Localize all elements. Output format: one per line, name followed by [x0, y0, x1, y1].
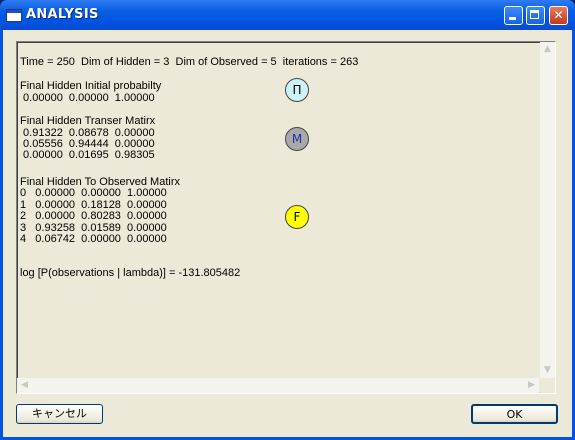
initial-prob-title: Final Hidden Initial probabilty — [20, 80, 162, 92]
scroll-up-icon[interactable]: ▲ — [540, 42, 555, 57]
maximize-icon — [530, 10, 539, 19]
initial-prob-row: 0.00000 0.00000 1.00000 — [20, 92, 155, 104]
f-node: F — [285, 205, 309, 229]
observed-matrix-row: 0 0.00000 0.00000 1.00000 — [20, 187, 167, 199]
ok-button[interactable]: OK — [471, 404, 558, 424]
m-node: M — [285, 127, 309, 151]
header-line: Time = 250 Dim of Hidden = 3 Dim of Obse… — [20, 56, 359, 68]
close-button[interactable]: ✕ — [549, 6, 568, 25]
close-icon: ✕ — [553, 8, 564, 22]
minimize-icon — [509, 17, 516, 20]
transfer-matrix-title: Final Hidden Transer Matirx — [20, 115, 156, 127]
vertical-scrollbar[interactable]: ▲ ▼ — [540, 42, 555, 378]
results-panel: Time = 250 Dim of Hidden = 3 Dim of Obse… — [16, 41, 556, 394]
maximize-button[interactable] — [526, 6, 545, 25]
analysis-window: ANALYSIS ✕ Time = 250 Dim of Hidden = 3 … — [0, 0, 575, 440]
title-bar[interactable]: ANALYSIS ✕ — [0, 0, 575, 30]
transfer-matrix-row: 0.00000 0.01695 0.98305 — [20, 149, 155, 161]
minimize-button[interactable] — [504, 6, 523, 25]
window-title: ANALYSIS — [26, 7, 99, 22]
log-likelihood-line: log [P(observations | lambda)] = -131.80… — [20, 267, 241, 279]
scrollbar-corner — [540, 378, 555, 393]
observed-matrix-row: 4 0.06742 0.00000 0.00000 — [20, 233, 167, 245]
cancel-button[interactable]: キャンセル — [16, 404, 103, 424]
pi-node: Π — [285, 78, 309, 102]
app-icon — [6, 9, 22, 22]
scroll-left-icon[interactable]: ◀ — [17, 378, 32, 393]
horizontal-scrollbar[interactable]: ◀ ▶ — [17, 378, 539, 393]
dialog-client-area: Time = 250 Dim of Hidden = 3 Dim of Obse… — [3, 30, 572, 437]
scroll-right-icon[interactable]: ▶ — [524, 378, 539, 393]
observed-matrix-row: 2 0.00000 0.80283 0.00000 — [20, 210, 167, 222]
scroll-down-icon[interactable]: ▼ — [540, 363, 555, 378]
